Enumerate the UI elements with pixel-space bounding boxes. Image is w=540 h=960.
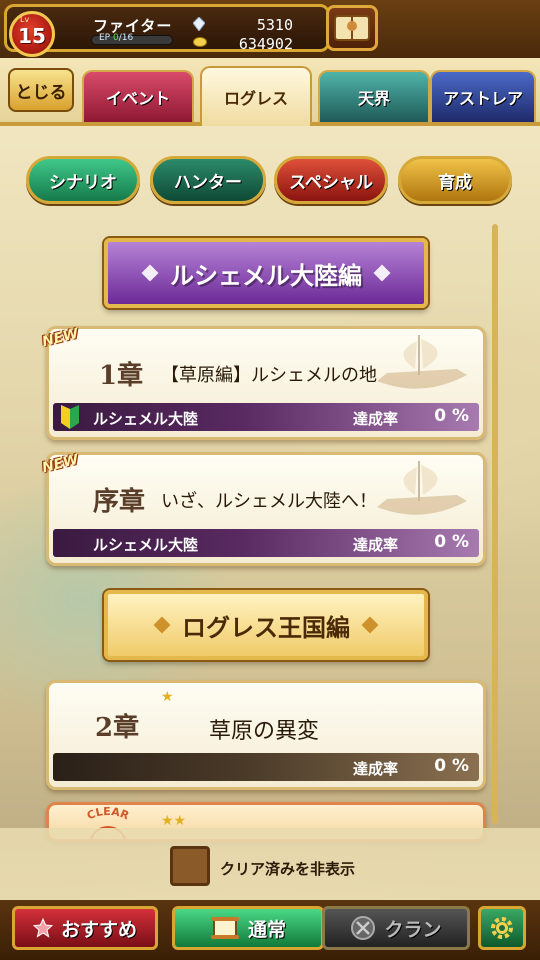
settings-button[interactable] — [478, 906, 526, 950]
section-header-luchemel: ルシェメル大陸編 — [104, 238, 428, 308]
coins-count: 634902 — [238, 35, 293, 53]
beginner-mark-icon — [61, 405, 79, 429]
section-header-logress-kingdom: ログレス王国編 — [104, 590, 428, 660]
gems-count: 5310 — [256, 16, 293, 34]
ship-icon — [377, 335, 467, 389]
diamond-ornament-icon — [373, 264, 391, 282]
ep-label: EP — [99, 33, 111, 43]
achievement-rate: 0 % — [434, 756, 469, 776]
normal-mode-button[interactable]: 通常 — [172, 906, 324, 950]
tab-logress[interactable]: ログレス — [200, 66, 312, 126]
svg-text:CLEAR: CLEAR — [85, 805, 131, 823]
chapter-info-bar: ルシェメル大陸 達成率 0 % — [53, 529, 479, 557]
recommend-label: おすすめ — [60, 918, 137, 941]
filter-training-button[interactable]: 育成 — [398, 156, 512, 204]
level-badge: Lv 15 — [9, 11, 55, 57]
recommend-button[interactable]: おすすめ — [12, 906, 158, 950]
filter-special-button[interactable]: スペシャル — [274, 156, 388, 204]
gear-icon — [491, 917, 513, 939]
section-title: ルシェメル大陸編 — [170, 261, 362, 290]
diamond-ornament-icon — [153, 616, 171, 634]
scroll-icon — [210, 915, 240, 941]
chapter-region: ルシェメル大陸 — [93, 410, 199, 428]
chapter-info-bar: ルシェメル大陸 達成率 0 % — [53, 403, 479, 431]
book-button[interactable] — [326, 5, 378, 51]
level-value: 15 — [18, 24, 46, 48]
ep-text: EP 0/16 — [99, 33, 133, 43]
tab-event[interactable]: イベント — [82, 70, 194, 122]
ep-max: /16 — [118, 33, 134, 43]
chapter-card-prologue[interactable]: 序章 いざ、ルシェメル大陸へ！ ルシェメル大陸 達成率 0 % — [46, 452, 486, 566]
gem-icon — [193, 17, 205, 31]
ship-icon — [377, 461, 467, 515]
hide-cleared-checkbox[interactable] — [170, 846, 210, 886]
close-button[interactable]: とじる — [8, 68, 74, 112]
chapter-card-2[interactable]: ★ 2章 草原の異変 達成率 0 % — [46, 680, 486, 790]
player-status-panel: Lv 15 ファイター EP 0/16 5310 634902 — [4, 4, 330, 57]
chapter-region: ルシェメル大陸 — [93, 536, 199, 554]
chapter-number: 2章 — [95, 713, 140, 743]
chapter-title: いざ、ルシェメル大陸へ！ — [161, 491, 377, 512]
normal-mode-label: 通常 — [247, 918, 286, 941]
diamond-ornament-icon — [361, 616, 379, 634]
chapter-info-bar: 達成率 0 % — [53, 753, 479, 781]
star-icon: ★ — [161, 689, 174, 705]
achievement-label: 達成率 — [353, 760, 399, 778]
star-icon — [32, 918, 53, 938]
chapter-title: 草原の異変 — [209, 719, 320, 744]
chapter-card-1[interactable]: 1章 【草原編】ルシェメルの地 ルシェメル大陸 達成率 0 % — [46, 326, 486, 440]
chapter-number: 序章 — [93, 487, 146, 517]
achievement-rate: 0 % — [434, 406, 469, 426]
chapter-title: 【草原編】ルシェメルの地 — [161, 365, 377, 386]
achievement-label: 達成率 — [353, 536, 399, 554]
book-icon — [334, 15, 370, 41]
hide-cleared-label: クリア済みを非表示 — [220, 860, 356, 878]
scrollbar[interactable] — [492, 224, 498, 824]
achievement-label: 達成率 — [353, 410, 399, 428]
star-icon: ★★ — [161, 813, 187, 829]
level-label: Lv — [20, 15, 30, 24]
section-title: ログレス王国編 — [182, 613, 350, 642]
clan-mode-button[interactable]: クラン — [322, 906, 470, 950]
coin-icon — [193, 37, 207, 47]
diamond-ornament-icon — [141, 264, 159, 282]
chapter-number: 1章 — [99, 361, 144, 391]
achievement-rate: 0 % — [434, 532, 469, 552]
filter-scenario-button[interactable]: シナリオ — [26, 156, 140, 204]
clan-mode-label: クラン — [384, 918, 442, 941]
clan-emblem-icon — [350, 915, 376, 941]
tab-tenkai[interactable]: 天界 — [318, 70, 430, 122]
tab-astrea[interactable]: アストレア — [430, 70, 536, 122]
filter-hunter-button[interactable]: ハンター — [150, 156, 266, 204]
